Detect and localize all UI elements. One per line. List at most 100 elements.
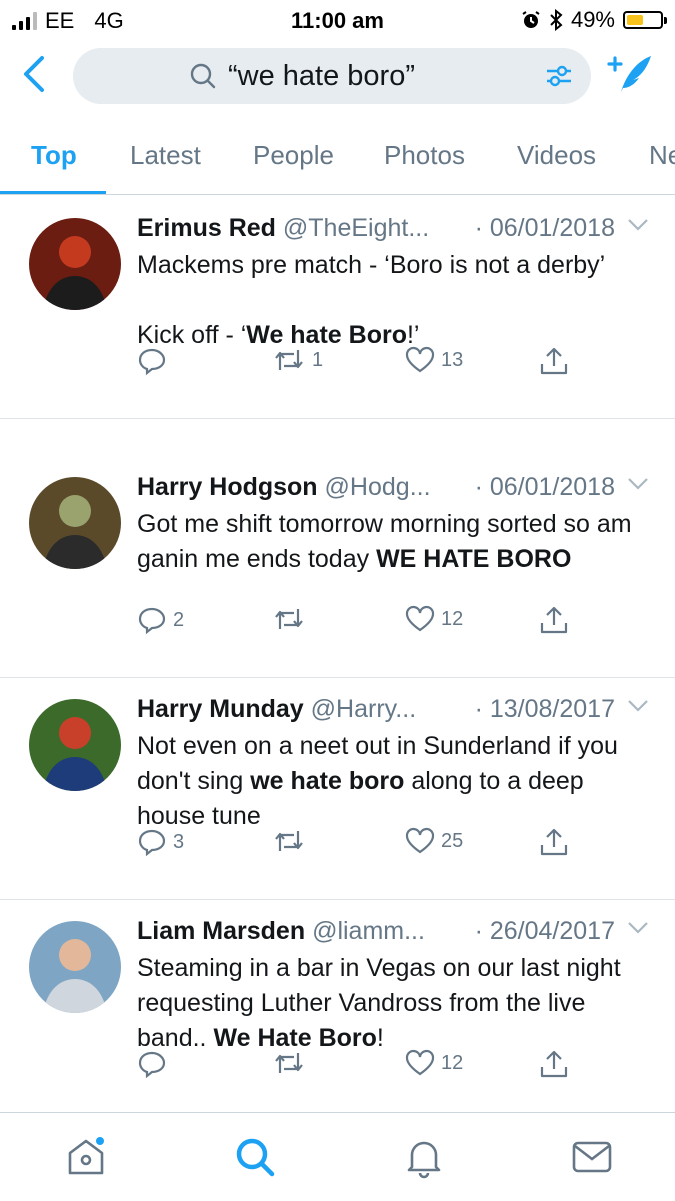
search-icon[interactable] [233, 1135, 277, 1179]
tweet-date: · 06/01/2018 [474, 214, 615, 242]
author-handle[interactable]: @liamm... [312, 917, 425, 945]
share-icon [540, 347, 568, 375]
search-header [0, 38, 675, 114]
battery-percent: 49% [570, 7, 615, 32]
tweet-text: Steaming in a bar in Vegas on our last n… [137, 951, 645, 1056]
tab-top[interactable]: Top [31, 140, 77, 171]
notifications-icon[interactable] [402, 1135, 446, 1179]
filter-icon[interactable] [545, 63, 573, 89]
home-icon[interactable] [64, 1135, 108, 1179]
retweet-button[interactable] [272, 827, 312, 855]
like-button[interactable]: 12 [405, 605, 463, 633]
back-icon[interactable] [18, 54, 52, 94]
tweet[interactable]: Erimus Red @TheEight... · 06/01/2018 Mac… [0, 196, 675, 419]
retweet-icon [275, 350, 303, 370]
tab-videos[interactable]: Videos [517, 140, 596, 171]
search-icon [190, 63, 216, 89]
bottom-nav [0, 1112, 675, 1201]
compose-tweet-icon[interactable] [607, 54, 653, 94]
active-tab-indicator [0, 191, 106, 194]
like-button[interactable]: 25 [405, 827, 463, 855]
tweet-header: Harry Munday @Harry... · 13/08/2017 [137, 695, 615, 724]
tweet-header: Erimus Red @TheEight... · 06/01/2018 [137, 214, 615, 243]
avatar[interactable] [29, 218, 121, 310]
tweet-actions: 12 [137, 1049, 607, 1089]
status-bar: EE 4G 11:00 am 49% [0, 0, 675, 38]
reply-icon [138, 348, 166, 376]
share-button[interactable] [539, 346, 569, 376]
avatar[interactable] [29, 921, 121, 1013]
like-count: 12 [441, 607, 464, 630]
retweet-button[interactable] [272, 605, 312, 633]
share-button[interactable] [539, 827, 569, 857]
share-button[interactable] [539, 605, 569, 635]
battery-fill [627, 15, 643, 25]
tweet-text: Not even on a neet out in Sunderland if … [137, 729, 645, 834]
tweet-text-segment: ! [376, 1024, 384, 1052]
search-bar[interactable] [73, 48, 591, 104]
search-tabs: Top Latest People Photos Videos News [0, 122, 675, 195]
search-term-highlight: We hate Boro [246, 321, 407, 349]
reply-button[interactable] [137, 1049, 173, 1079]
retweet-icon [275, 1053, 303, 1073]
messages-icon[interactable] [570, 1135, 614, 1179]
tweet-text-segment: !’ [406, 321, 420, 349]
heart-icon [405, 827, 435, 854]
share-icon [540, 828, 568, 856]
reply-count: 2 [173, 608, 185, 631]
author-name[interactable]: Harry Munday [137, 695, 304, 723]
avatar[interactable] [29, 699, 121, 791]
heart-icon [405, 605, 435, 632]
tweet[interactable]: Harry Hodgson @Hodg... · 06/01/2018 Got … [0, 455, 675, 678]
heart-icon [405, 1049, 435, 1076]
like-count: 13 [441, 348, 464, 371]
tweet-text: Got me shift tomorrow morning sorted so … [137, 507, 645, 577]
tab-photos[interactable]: Photos [384, 140, 465, 171]
tweet-date: · 06/01/2018 [474, 473, 615, 501]
tweet-header: Liam Marsden @liamm... · 26/04/2017 [137, 917, 615, 946]
chevron-down-icon[interactable] [627, 218, 649, 232]
author-handle[interactable]: @Hodg... [325, 473, 431, 501]
chevron-down-icon[interactable] [627, 477, 649, 491]
tweet-actions: 1 13 [137, 346, 607, 386]
avatar[interactable] [29, 477, 121, 569]
like-count: 25 [441, 829, 464, 852]
tweet-header: Harry Hodgson @Hodg... · 06/01/2018 [137, 473, 615, 502]
tweet-actions: 3 25 [137, 827, 607, 867]
chevron-down-icon[interactable] [627, 921, 649, 935]
tweet[interactable]: Harry Munday @Harry... · 13/08/2017 Not … [0, 677, 675, 900]
retweet-count: 1 [312, 348, 324, 371]
tweet-date: · 26/04/2017 [474, 917, 615, 945]
tab-latest[interactable]: Latest [130, 140, 201, 171]
battery-icon [623, 11, 667, 29]
author-name[interactable]: Liam Marsden [137, 917, 305, 945]
author-handle[interactable]: @TheEight... [283, 214, 429, 242]
status-right: 49% [521, 7, 667, 33]
share-button[interactable] [539, 1049, 569, 1079]
share-icon [540, 606, 568, 634]
chevron-down-icon[interactable] [627, 699, 649, 713]
author-handle[interactable]: @Harry... [311, 695, 416, 723]
like-button[interactable]: 13 [405, 346, 463, 374]
tab-news[interactable]: News [649, 140, 675, 171]
tab-people[interactable]: People [253, 140, 334, 171]
author-name[interactable]: Erimus Red [137, 214, 276, 242]
retweet-button[interactable]: 1 [272, 346, 323, 374]
reply-button[interactable]: 3 [137, 827, 184, 857]
share-icon [540, 1050, 568, 1078]
like-button[interactable]: 12 [405, 1049, 463, 1077]
search-term-highlight: WE HATE BORO [376, 545, 572, 573]
reply-button[interactable] [137, 346, 173, 376]
bluetooth-icon [550, 9, 563, 31]
tweet-text: Mackems pre match - ‘Boro is not a derby… [137, 248, 645, 353]
search-input[interactable] [228, 57, 528, 95]
like-count: 12 [441, 1051, 464, 1074]
search-term-highlight: we hate boro [250, 767, 405, 795]
reply-icon [138, 829, 166, 857]
reply-icon [138, 1051, 166, 1079]
tweet-date: · 13/08/2017 [474, 695, 615, 723]
author-name[interactable]: Harry Hodgson [137, 473, 318, 501]
reply-button[interactable]: 2 [137, 605, 184, 635]
retweet-button[interactable] [272, 1049, 312, 1077]
tweet[interactable]: Liam Marsden @liamm... · 26/04/2017 Stea… [0, 899, 675, 1114]
